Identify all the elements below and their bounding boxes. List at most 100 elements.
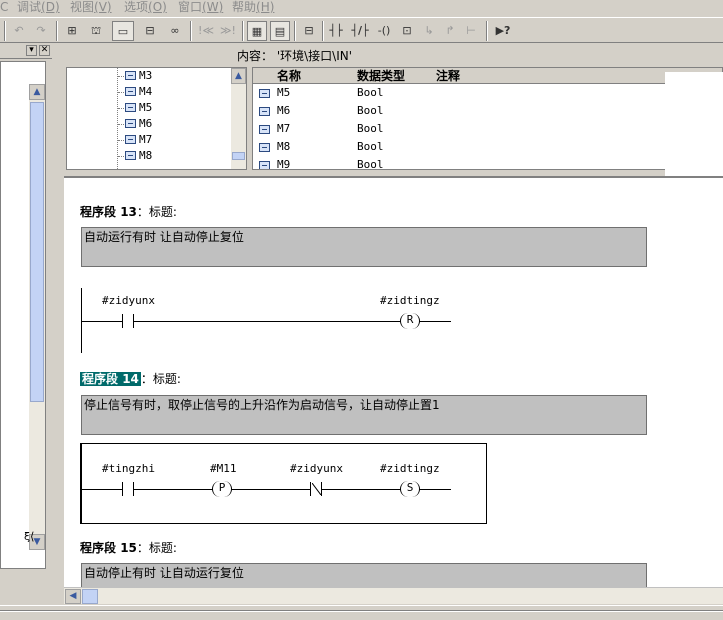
tree-item[interactable]: M4: [125, 84, 152, 100]
redo-icon[interactable]: ↷: [32, 21, 50, 41]
menu-bar: C 调试(D) 视图(V) 选项(O) 窗口(W) 帮助(H): [0, 0, 723, 17]
interface-content-header: 内容： '环境\接口\IN': [237, 48, 723, 65]
branch-close-icon[interactable]: ↱: [441, 21, 459, 41]
menu-item-view[interactable]: 视图(V): [70, 0, 112, 14]
network-icon[interactable]: ⊞: [62, 21, 82, 41]
set-coil[interactable]: S: [400, 481, 420, 497]
table-row[interactable]: M5 Bool: [253, 84, 722, 102]
network-comment[interactable]: 自动停止有时 让自动运行复位: [81, 563, 647, 587]
rung-line: [81, 489, 451, 490]
catalog-icon[interactable]: ▦: [247, 21, 267, 41]
overview-icon[interactable]: ⊟: [140, 21, 160, 41]
variable-table[interactable]: 名称 数据类型 注释 M5 Bool M6 Bool M7 Bool M8 Bo…: [252, 67, 723, 170]
tree-connector: [117, 68, 118, 169]
menu-item-c[interactable]: C: [0, 0, 8, 14]
left-pane-scrollbar[interactable]: ▲ ▼: [29, 84, 45, 550]
menu-item-debug[interactable]: 调试(D): [17, 0, 60, 14]
positive-edge[interactable]: P: [212, 481, 232, 497]
no-contact[interactable]: [122, 314, 134, 328]
cell-type[interactable]: Bool: [357, 102, 384, 120]
menu-item-window[interactable]: 窗口(W): [178, 0, 223, 14]
variable-icon: [125, 103, 136, 112]
coil-label[interactable]: #zidtingz: [380, 462, 440, 475]
new-network-icon[interactable]: ⊟: [299, 21, 319, 41]
table-row[interactable]: M6 Bool: [253, 102, 722, 120]
network-comment[interactable]: 自动运行有时 让自动停止复位: [81, 227, 647, 267]
tree-item[interactable]: M3: [125, 68, 152, 84]
table-row[interactable]: M9 Bool: [253, 156, 722, 169]
undo-icon[interactable]: ↶: [10, 21, 28, 41]
dropdown-icon[interactable]: ▾: [26, 45, 37, 56]
download-icon[interactable]: ⛫: [86, 21, 106, 41]
details-icon[interactable]: ▤: [270, 21, 290, 41]
scroll-up-icon[interactable]: ▲: [231, 68, 246, 84]
tree-item[interactable]: M6: [125, 116, 152, 132]
cell-type[interactable]: Bool: [357, 138, 384, 156]
interface-tree[interactable]: M3 M4 M5 M6 M7 M8: [66, 67, 247, 170]
menu-item-help[interactable]: 帮助(H): [232, 0, 274, 14]
scroll-left-icon[interactable]: ◀: [65, 589, 81, 604]
prev-error-icon[interactable]: !≪: [196, 21, 216, 41]
network-title[interactable]: 程序段 14 ：标题:: [80, 370, 181, 387]
next-error-icon[interactable]: ≫!: [218, 21, 238, 41]
horizontal-scrollbar[interactable]: ◀: [64, 587, 723, 604]
column-header-type[interactable]: 数据类型: [357, 68, 405, 84]
variable-icon: [259, 125, 270, 134]
toolbar-separator: [242, 21, 244, 41]
contact-no-icon[interactable]: ┤├: [326, 21, 346, 41]
connect-icon[interactable]: ⊢: [462, 21, 480, 41]
scroll-thumb[interactable]: [232, 152, 245, 160]
menu-item-options[interactable]: 选项(O): [124, 0, 167, 14]
cell-name[interactable]: M5: [277, 84, 290, 102]
cell-name[interactable]: M6: [277, 102, 290, 120]
variable-icon: [125, 135, 136, 144]
contact-label[interactable]: #zidyunx: [290, 462, 343, 475]
toolbar-separator: [294, 21, 296, 41]
column-header-comment[interactable]: 注释: [436, 68, 460, 84]
cell-name[interactable]: M9: [277, 156, 290, 169]
edge-label[interactable]: #M11: [210, 462, 237, 475]
ladder-editor[interactable]: 程序段 13：标题: 自动运行有时 让自动停止复位 #zidyunx #zidt…: [64, 176, 723, 587]
coil-label[interactable]: #zidtingz: [380, 294, 440, 307]
help-icon[interactable]: ▶?: [492, 21, 514, 41]
reset-coil[interactable]: R: [400, 313, 420, 329]
cell-type[interactable]: Bool: [357, 84, 384, 102]
nc-contact[interactable]: [310, 482, 322, 496]
scroll-thumb[interactable]: [82, 589, 98, 604]
contact-label[interactable]: #zidyunx: [102, 294, 155, 307]
monitor-icon[interactable]: ∞: [164, 21, 186, 41]
scroll-thumb[interactable]: [30, 102, 44, 402]
variable-icon: [125, 71, 136, 80]
tree-scrollbar[interactable]: ▲: [231, 68, 246, 169]
variable-icon: [125, 151, 136, 160]
table-row[interactable]: M8 Bool: [253, 138, 722, 156]
status-bar: [0, 605, 723, 620]
table-row[interactable]: M7 Bool: [253, 120, 722, 138]
cell-name[interactable]: M8: [277, 138, 290, 156]
left-pane-content[interactable]: ▲ ▼: [0, 61, 46, 569]
coil-icon[interactable]: -(): [374, 21, 394, 41]
network-title[interactable]: 程序段 13：标题:: [80, 203, 177, 220]
tree-item[interactable]: M7: [125, 132, 152, 148]
language-bar-icon[interactable]: ξ⟨: [24, 530, 34, 543]
divider: [0, 610, 723, 612]
close-icon[interactable]: ✕: [39, 45, 50, 56]
column-header-name[interactable]: 名称: [277, 68, 301, 84]
tree-item[interactable]: M8: [125, 148, 152, 164]
box-icon[interactable]: ⊡: [397, 21, 417, 41]
branch-open-icon[interactable]: ↳: [420, 21, 438, 41]
no-contact[interactable]: [122, 482, 134, 496]
left-pane: ▾ ✕ ▲ ▼ ξ⟨: [0, 43, 52, 603]
network-comment[interactable]: 停止信号有时，取停止信号的上升沿作为启动信号，让自动停止置1: [81, 395, 647, 435]
contact-label[interactable]: #tingzhi: [102, 462, 155, 475]
variable-icon: [259, 161, 270, 169]
cell-type[interactable]: Bool: [357, 156, 384, 169]
comment-toggle-icon[interactable]: ▭: [112, 21, 134, 41]
cell-name[interactable]: M7: [277, 120, 290, 138]
network-title[interactable]: 程序段 15：标题:: [80, 539, 177, 556]
contact-nc-icon[interactable]: ┤/├: [349, 21, 371, 41]
scroll-up-icon[interactable]: ▲: [29, 84, 45, 100]
cell-type[interactable]: Bool: [357, 120, 384, 138]
toolbar-separator: [486, 21, 488, 41]
tree-item[interactable]: M5: [125, 100, 152, 116]
